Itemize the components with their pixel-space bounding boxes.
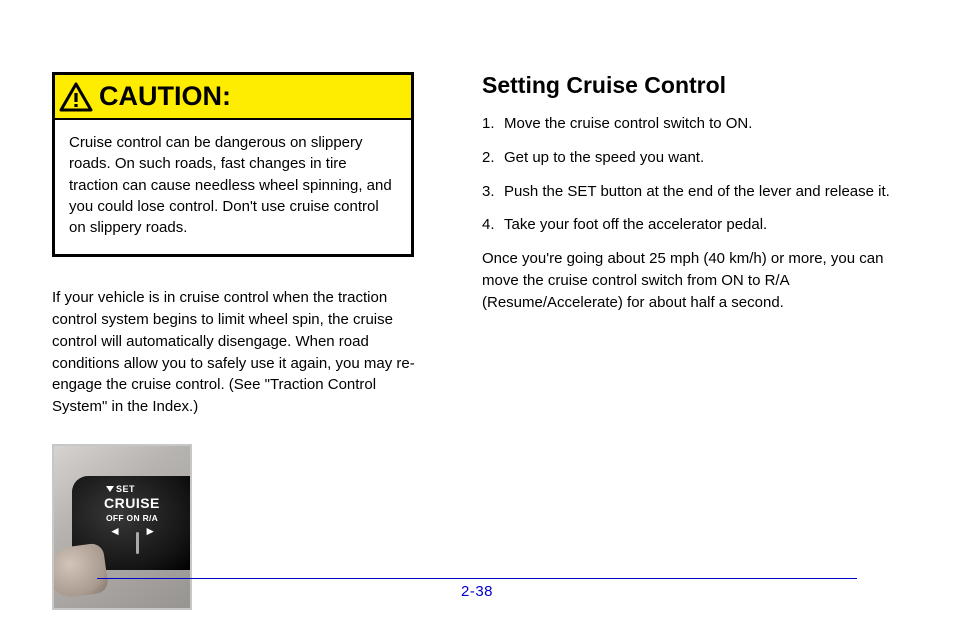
stalk-cruise-label: CRUISE: [104, 495, 160, 511]
resume-accelerate-text: Once you're going about 25 mph (40 km/h)…: [482, 248, 890, 313]
page-footer: 2-38: [0, 578, 954, 600]
traction-control-note: If your vehicle is in cruise control whe…: [52, 287, 422, 418]
step-1: 1.Move the cruise control switch to ON.: [482, 113, 890, 135]
section-heading: Setting Cruise Control: [482, 72, 890, 99]
step-3: 3.Push the SET button at the end of the …: [482, 181, 890, 203]
stalk-set-label: SET: [116, 484, 135, 494]
stalk-indicator-notch: [136, 532, 139, 554]
step-2: 2.Get up to the speed you want.: [482, 147, 890, 169]
stalk-off-on-ra-label: OFF ON R/A: [106, 513, 158, 523]
warning-icon: [59, 82, 93, 112]
step-4-text: Take your foot off the accelerator pedal…: [504, 216, 767, 233]
caution-label: CAUTION:: [99, 81, 231, 112]
set-arrow-icon: [106, 486, 114, 492]
step-2-text: Get up to the speed you want.: [504, 149, 704, 166]
caution-body-text: Cruise control can be dangerous on slipp…: [55, 120, 411, 254]
step-3-text: Push the SET button at the end of the le…: [504, 183, 890, 200]
step-4: 4.Take your foot off the accelerator ped…: [482, 214, 890, 236]
step-1-text: Move the cruise control switch to ON.: [504, 115, 752, 132]
caution-header: CAUTION:: [55, 75, 411, 120]
caution-box: CAUTION: Cruise control can be dangerous…: [52, 72, 414, 257]
page-number: 2-38: [97, 578, 857, 600]
